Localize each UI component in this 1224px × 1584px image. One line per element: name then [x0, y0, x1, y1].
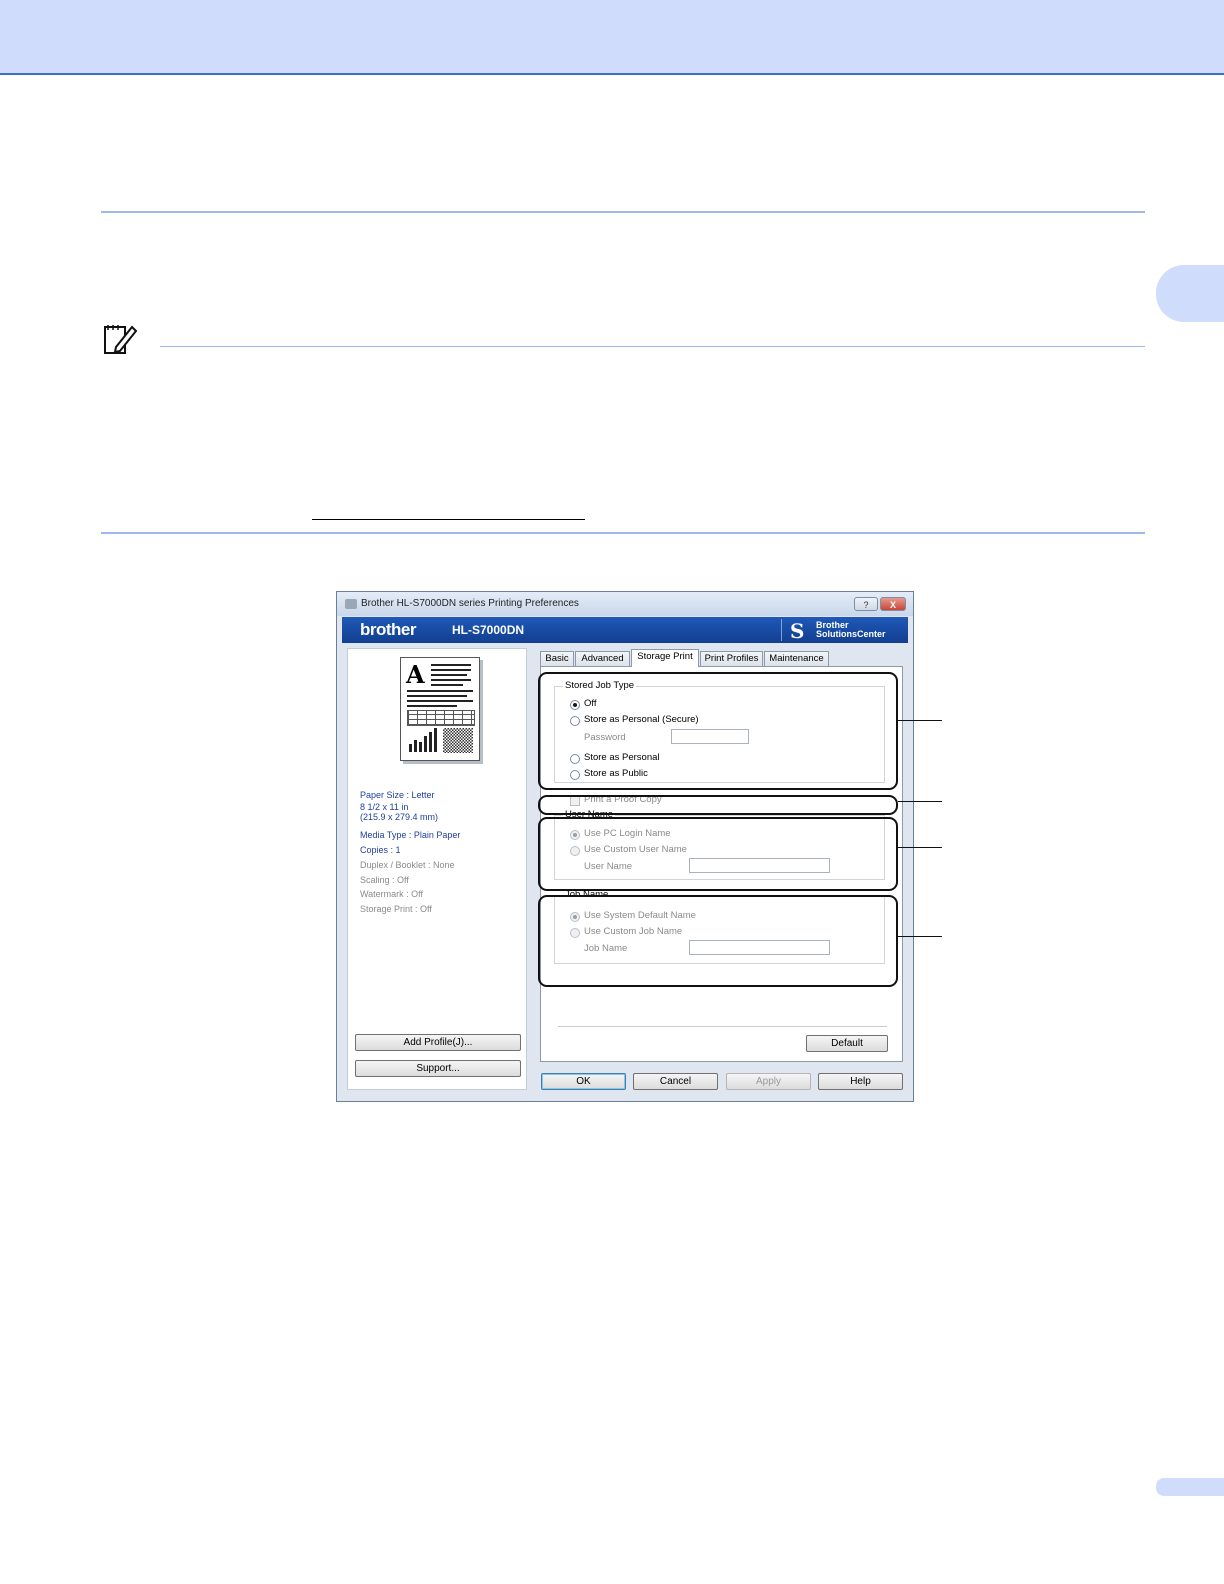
divider [558, 1026, 887, 1027]
brother-logo: brother [360, 620, 417, 639]
tab-print-profiles[interactable]: Print Profiles [700, 651, 763, 666]
titlebar-close-button[interactable]: X [880, 597, 906, 611]
section-rule [101, 211, 1145, 213]
brand-banner: brother HL-S7000DN S Brother SolutionsCe… [342, 617, 908, 643]
chapter-tab [1156, 265, 1224, 322]
default-button[interactable]: Default [806, 1035, 888, 1052]
cancel-button[interactable]: Cancel [633, 1073, 718, 1090]
dialog-title: Brother HL-S7000DN series Printing Prefe… [361, 598, 579, 609]
callout-leader-3 [898, 847, 942, 848]
tab-advanced[interactable]: Advanced [575, 651, 630, 666]
callout-leader-4 [898, 936, 942, 937]
ok-button[interactable]: OK [541, 1073, 626, 1090]
model-name: HL-S7000DN [452, 623, 525, 637]
dialog-titlebar: Brother HL-S7000DN series Printing Prefe… [337, 592, 913, 616]
callout-leader-2 [898, 801, 942, 802]
page-number-tab [1156, 1478, 1224, 1496]
callout-job-name [538, 895, 898, 987]
callout-stored-job-type [538, 672, 898, 790]
callout-user-name [538, 817, 898, 891]
watermark-text: Watermark : Off [360, 889, 424, 899]
apply-button[interactable]: Apply [726, 1073, 811, 1090]
tab-basic[interactable]: Basic [540, 651, 574, 666]
solutions-center-button[interactable]: S Brother SolutionsCenter [781, 619, 906, 643]
duplex-text: Duplex / Booklet : None [360, 860, 455, 870]
link-underline [312, 519, 585, 520]
scaling-text: Scaling : Off [360, 875, 409, 885]
page-preview-image: A [400, 657, 480, 761]
paper-dimensions-mm: (215.9 x 279.4 mm) [360, 812, 439, 822]
callout-proof-copy [538, 795, 898, 815]
media-type-text: Media Type : Plain Paper [360, 830, 461, 840]
callout-leader-1 [898, 720, 942, 721]
solutions-line2: SolutionsCenter [816, 629, 886, 639]
note-rule [160, 346, 1145, 347]
add-profile-button[interactable]: Add Profile(J)... [355, 1034, 521, 1051]
settings-summary-panel: A Paper Size : Letter 8 1/2 x 11 in (215… [347, 648, 527, 1090]
page-header-band [0, 0, 1224, 75]
paper-dimensions-in: 8 1/2 x 11 in [360, 802, 409, 812]
titlebar-help-button[interactable]: ? [854, 597, 878, 611]
tab-storage-print[interactable]: Storage Print [631, 649, 699, 667]
storage-print-text: Storage Print : Off [360, 904, 432, 914]
solutions-center-icon: S [790, 619, 805, 643]
note-pencil-icon [104, 325, 138, 354]
paper-size-text: Paper Size : Letter [360, 790, 435, 800]
printer-icon [345, 599, 357, 609]
support-button[interactable]: Support... [355, 1060, 521, 1077]
solutions-center-label: Brother SolutionsCenter [816, 621, 886, 639]
copies-text: Copies : 1 [360, 845, 401, 855]
section-rule-bottom [101, 532, 1145, 534]
tab-maintenance[interactable]: Maintenance [764, 651, 829, 666]
help-button[interactable]: Help [818, 1073, 903, 1090]
